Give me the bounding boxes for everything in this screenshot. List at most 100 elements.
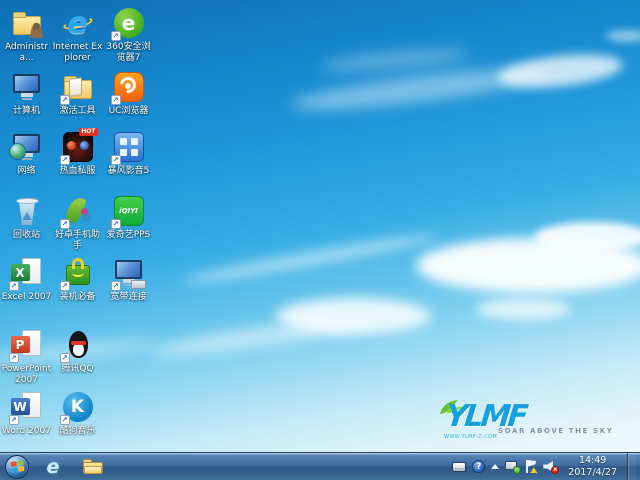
icon-label: 热血私服 <box>59 166 96 176</box>
icon-label: 酷狗音乐 <box>59 426 96 436</box>
icon-label: Word 2007 <box>2 426 51 436</box>
icon-label: 计算机 <box>12 106 40 116</box>
desktop-icon-internet-explorer[interactable]: e Internet Explorer <box>52 4 103 68</box>
icon-label: 爱奇艺PPS <box>106 230 151 240</box>
desktop-icon-360-safe-browser[interactable]: e ↗ 360安全浏览器7 <box>103 4 154 68</box>
recycle-bin-icon <box>10 194 44 228</box>
desktop-icon-uc-browser[interactable]: ↗ UC浏览器 <box>103 68 154 128</box>
icon-label: PowerPoint 2007 <box>1 364 52 385</box>
desktop-icon-iqiyi-pps[interactable]: iQIYI ↗ 爱奇艺PPS <box>103 192 154 254</box>
action-center-flag-icon[interactable] <box>525 460 538 473</box>
desktop: YLMF WWW.YLMF-Z.COM SOAR ABOVE THE SKY A… <box>0 0 640 480</box>
ylmf-watermark-logo: YLMF WWW.YLMF-Z.COM SOAR ABOVE THE SKY <box>436 399 612 444</box>
broadband-connection-icon: ↗ <box>110 256 146 291</box>
show-hidden-icons-chevron-icon[interactable] <box>491 464 500 469</box>
icon-label: 激活工具 <box>59 106 96 116</box>
icon-label: 腾讯QQ <box>61 364 94 374</box>
shortcut-arrow-icon: ↗ <box>59 353 70 363</box>
desktop-icon-word-2007[interactable]: W ↗ Word 2007 <box>1 388 52 448</box>
icon-label: 回收站 <box>12 230 40 240</box>
folder-icon <box>83 459 103 474</box>
icon-label: 好卓手机助手 <box>54 230 100 251</box>
shortcut-arrow-icon: ↗ <box>110 31 121 41</box>
rexue-sifu-game-icon: HOT ↗ <box>59 128 98 165</box>
zhuangji-bibei-icon: ↗ <box>59 256 95 291</box>
icon-label: 装机必备 <box>59 292 96 302</box>
desktop-icon-powerpoint-2007[interactable]: P ↗ PowerPoint 2007 <box>1 326 52 388</box>
taskbar: e ? × 14:49 2017/4/27 <box>0 452 640 480</box>
desktop-icon-baofeng-player-5[interactable]: ↗ 暴风影音5 <box>103 128 154 192</box>
cloud <box>180 229 440 289</box>
desktop-icon-kugou-music[interactable]: K ↗ 酷狗音乐 <box>52 388 103 448</box>
word-2007-icon: W ↗ <box>8 390 44 425</box>
icon-label: Administra... <box>4 42 49 63</box>
taskbar-clock[interactable]: 14:49 2017/4/27 <box>564 455 621 479</box>
desktop-icon-recycle-bin[interactable]: 回收站 <box>1 192 52 254</box>
baofeng-player-5-icon: ↗ <box>110 130 146 165</box>
tencent-qq-icon: ↗ <box>59 328 95 363</box>
icon-label: 暴风影音5 <box>107 166 150 176</box>
help-icon[interactable]: ? <box>472 460 486 473</box>
icon-label: 宽带连接 <box>110 292 147 302</box>
shortcut-arrow-icon: ↗ <box>8 281 19 291</box>
excel-2007-icon: X ↗ <box>8 256 44 291</box>
shortcut-arrow-icon: ↗ <box>59 219 70 229</box>
volume-muted-icon[interactable]: × <box>543 460 560 474</box>
shortcut-arrow-icon: ↗ <box>110 219 121 229</box>
shortcut-arrow-icon: ↗ <box>59 281 70 291</box>
shortcut-arrow-icon: ↗ <box>8 415 19 425</box>
desktop-icon-excel-2007[interactable]: X ↗ Excel 2007 <box>1 254 52 326</box>
activation-tools-icon: ↗ <box>59 70 95 105</box>
desktop-icon-haozhuo-phone-assistant[interactable]: ↗ 好卓手机助手 <box>52 192 103 254</box>
system-tray: ? × 14:49 2017/4/27 <box>452 452 640 480</box>
shortcut-arrow-icon: ↗ <box>59 415 70 425</box>
input-method-keyboard-icon[interactable] <box>452 461 467 472</box>
desktop-icon-tencent-qq[interactable]: ↗ 腾讯QQ <box>52 326 103 388</box>
ylmf-url-text: WWW.YLMF-Z.COM <box>444 434 498 440</box>
clock-time: 14:49 <box>578 454 607 466</box>
hot-badge: HOT <box>79 128 98 136</box>
desktop-icon-grid: Administra... e Internet Explorer e ↗ 360安全浏览… <box>1 4 154 448</box>
shortcut-arrow-icon: ↗ <box>110 155 121 165</box>
taskbar-windows-explorer-button[interactable] <box>77 454 109 480</box>
shortcut-arrow-icon: ↗ <box>110 281 121 291</box>
taskbar-internet-explorer-button[interactable]: e <box>37 454 69 480</box>
cloud <box>535 222 640 252</box>
haozhuo-phone-assistant-icon: ↗ <box>59 194 95 229</box>
start-button[interactable] <box>5 454 29 479</box>
desktop-icon-administrator-folder[interactable]: Administra... <box>1 4 52 68</box>
cloud <box>147 312 374 362</box>
shortcut-arrow-icon: ↗ <box>8 353 19 363</box>
kugou-music-icon: K ↗ <box>59 390 95 425</box>
cloud <box>319 45 471 75</box>
icon-glyph-text: e <box>67 5 88 41</box>
desktop-icon-activation-tools[interactable]: ↗ 激活工具 <box>52 68 103 128</box>
uc-browser-icon: ↗ <box>110 70 146 105</box>
cloud <box>496 49 625 93</box>
desktop-icon-broadband-connection[interactable]: ↗ 宽带连接 <box>103 254 154 326</box>
icon-glyph-text: P <box>15 337 25 352</box>
ylmf-tagline-text: SOAR ABOVE THE SKY <box>498 427 614 435</box>
desktop-icon-rexue-sifu-game[interactable]: HOT ↗ 热血私服 <box>52 128 103 192</box>
internet-explorer-icon: e <box>61 5 95 41</box>
icon-label: 网络 <box>17 166 36 176</box>
show-desktop-button[interactable] <box>627 452 636 480</box>
shortcut-arrow-icon: ↗ <box>59 155 70 165</box>
cloud <box>476 298 571 320</box>
icon-label: Excel 2007 <box>1 292 52 302</box>
icon-label: Internet Explorer <box>52 42 103 63</box>
shortcut-arrow-icon: ↗ <box>59 95 70 105</box>
powerpoint-2007-icon: P ↗ <box>8 328 44 363</box>
icon-glyph-text: W <box>13 399 27 414</box>
icon-glyph-text: X <box>15 265 25 280</box>
desktop-icon-computer[interactable]: 计算机 <box>1 68 52 128</box>
administrator-folder-icon <box>10 6 44 40</box>
network-status-icon[interactable] <box>505 460 522 474</box>
icon-label: UC浏览器 <box>108 106 149 116</box>
cloud <box>606 30 640 42</box>
windows-flag-icon <box>9 459 24 473</box>
clock-date: 2017/4/27 <box>568 466 617 478</box>
desktop-icon-network[interactable]: 网络 <box>1 128 52 192</box>
computer-icon <box>10 70 44 104</box>
desktop-icon-zhuangji-bibei[interactable]: ↗ 装机必备 <box>52 254 103 326</box>
